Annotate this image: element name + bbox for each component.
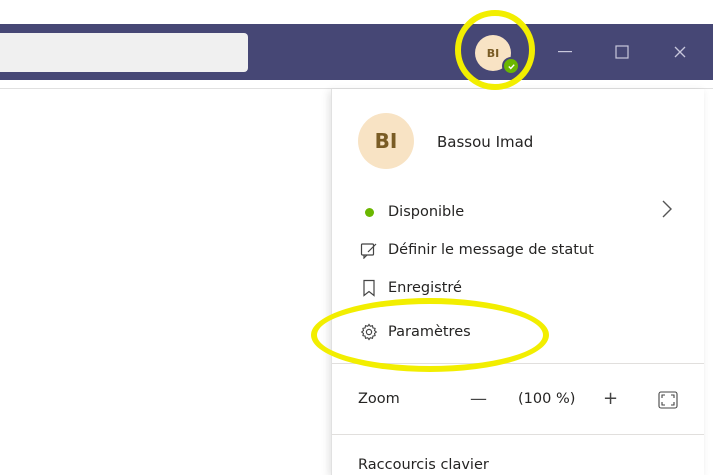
search-input[interactable]	[0, 33, 248, 72]
close-button[interactable]	[665, 40, 695, 64]
minimize-button[interactable]	[550, 40, 580, 64]
title-bar: BI	[0, 0, 713, 88]
set-status-message-label: Définir le message de statut	[388, 242, 594, 258]
zoom-out-button[interactable]: —	[470, 389, 487, 409]
status-dot-icon	[358, 201, 380, 223]
fit-screen-icon[interactable]	[658, 391, 678, 409]
bookmark-icon	[358, 277, 380, 299]
profile-menu: BI Bassou Imad Disponible Définir le mes…	[331, 89, 704, 475]
zoom-in-button[interactable]: +	[603, 388, 618, 409]
minimize-icon	[558, 51, 572, 53]
set-status-message-item[interactable]: Définir le message de statut	[358, 239, 594, 261]
profile-avatar: BI	[358, 113, 414, 169]
saved-item[interactable]: Enregistré	[358, 277, 462, 299]
status-label: Disponible	[388, 204, 465, 220]
saved-label: Enregistré	[388, 280, 462, 296]
close-icon	[674, 46, 686, 58]
highlight-circle-settings	[311, 298, 549, 372]
zoom-row: Zoom — (100 %) +	[358, 388, 688, 413]
maximize-icon	[615, 45, 629, 59]
maximize-button[interactable]	[607, 40, 637, 64]
edit-message-icon	[358, 239, 380, 261]
profile-avatar-initials: BI	[374, 129, 398, 153]
highlight-circle-avatar	[455, 10, 535, 90]
chevron-right-icon[interactable]	[660, 199, 674, 219]
status-item[interactable]: Disponible	[358, 201, 464, 223]
profile-name: Bassou Imad	[437, 133, 534, 151]
zoom-value: (100 %)	[518, 391, 576, 407]
keyboard-shortcuts-item[interactable]: Raccourcis clavier	[358, 457, 489, 473]
menu-divider	[332, 434, 704, 435]
zoom-label: Zoom	[358, 391, 400, 407]
